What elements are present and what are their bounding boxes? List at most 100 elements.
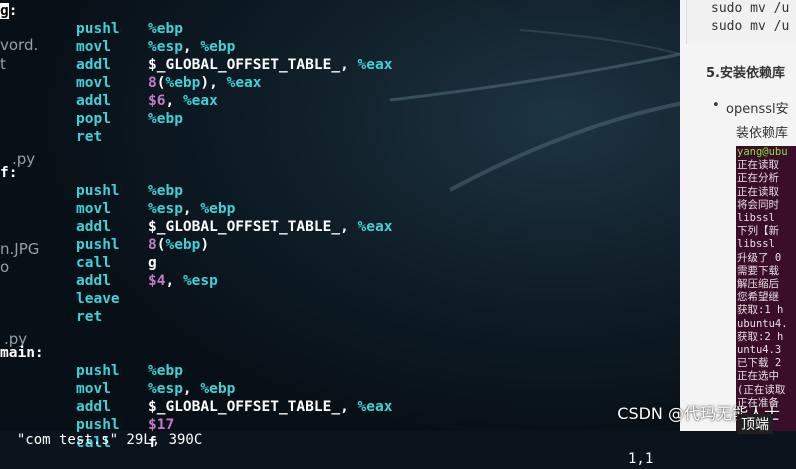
asm-instruction: ret	[76, 309, 103, 325]
terminal-line: (正在读取	[737, 383, 786, 396]
asm-line: ret	[0, 308, 680, 326]
operand-token: ,	[165, 273, 183, 289]
asm-instruction: pushl	[76, 21, 120, 37]
asm-line: pushl %ebp	[0, 362, 680, 380]
terminal-line: libssl	[737, 238, 775, 251]
article-heading: 5.安装依赖库	[706, 66, 785, 81]
operand-token: 8	[148, 75, 157, 91]
operand-token: $_GLOBAL_OFFSET_TABLE_	[148, 219, 341, 235]
asm-instruction: movl	[76, 381, 111, 397]
vim-editor[interactable]: g: pushl %ebp movl %esp, %ebp addl $_GLOBAL_OF…	[0, 0, 680, 451]
asm-line: pushl %ebp	[0, 182, 680, 200]
operand-token: ,	[182, 381, 201, 397]
terminal-line: 获取:1 h	[737, 304, 784, 317]
asm-operands: g	[148, 254, 157, 272]
operand-token: )	[200, 237, 210, 253]
operand-token: %ebp	[148, 21, 183, 37]
operand-token: %esp	[148, 39, 183, 55]
asm-label: main:	[0, 345, 44, 361]
asm-instruction: leave	[76, 291, 120, 307]
operand-token: g	[148, 255, 157, 271]
terminal-line: 获取:2 h	[737, 330, 784, 343]
asm-instruction: ret	[76, 129, 103, 145]
asm-line: leave	[0, 290, 680, 308]
asm-line: addl $6, %eax	[0, 92, 680, 110]
asm-line: addl $_GLOBAL_OFFSET_TABLE_, %eax	[0, 56, 680, 74]
operand-token: ,	[340, 57, 358, 73]
terminal-line: 已下载 2	[737, 357, 782, 370]
asm-line: movl 8(%ebp), %eax	[0, 74, 680, 92]
terminal-line: 正在分析	[737, 172, 779, 185]
code-line: sudo mv /u	[711, 19, 790, 34]
terminal-line: untu4.3	[737, 344, 782, 357]
asm-operands: 8(%ebp)	[148, 236, 209, 254]
operand-token: ,	[182, 39, 201, 55]
asm-line: addl $4, %esp	[0, 272, 680, 290]
operand-token: %ebp	[200, 381, 236, 397]
asm-operands: %ebp	[148, 362, 183, 380]
operand-token: %ebp	[200, 201, 236, 217]
operand-token: %ebp	[148, 363, 183, 379]
asm-instruction: pushl	[76, 183, 120, 199]
operand-token: %eax	[357, 57, 393, 73]
asm-operands: $4, %esp	[148, 272, 218, 290]
operand-token: %esp	[182, 273, 218, 289]
asm-label: g:	[0, 3, 18, 19]
asm-instruction: addl	[76, 57, 111, 73]
asm-operands: 8(%ebp), %eax	[148, 74, 262, 92]
operand-token: $_GLOBAL_OFFSET_TABLE_	[148, 57, 341, 73]
operand-token: %eax	[357, 219, 393, 235]
asm-line: call g	[0, 254, 680, 272]
asm-line: movl %esp, %ebp	[0, 200, 680, 218]
vim-cursor: g	[0, 3, 9, 19]
vim-scroll-indicator: 顶端	[737, 414, 773, 434]
terminal-line: 解压缩后	[737, 278, 779, 291]
asm-line: pushl %ebp	[0, 20, 680, 38]
asm-operands: $6, %eax	[148, 92, 218, 110]
code-line: sudo mv /u	[711, 1, 790, 16]
operand-token: %ebp	[200, 39, 236, 55]
asm-instruction: call	[76, 255, 111, 271]
browser-article-panel: sudo mv /u sudo mv /u 5.安装依赖库 openssl安 装…	[680, 0, 796, 431]
asm-instruction: popl	[76, 111, 111, 127]
code-snippet: sudo mv /u sudo mv /u	[686, 0, 796, 44]
operand-token: 8	[148, 237, 157, 253]
asm-line: pushl 8(%ebp)	[0, 236, 680, 254]
asm-operands: $_GLOBAL_OFFSET_TABLE_, %eax	[148, 56, 392, 74]
asm-line: popl %ebp	[0, 110, 680, 128]
asm-instruction: movl	[76, 39, 111, 55]
terminal-line: ubuntu4.	[737, 317, 788, 330]
asm-line: ret	[0, 128, 680, 146]
asm-operands: %ebp	[148, 20, 183, 38]
operand-token: %esp	[148, 381, 183, 397]
asm-instruction: movl	[76, 75, 111, 91]
asm-instruction: movl	[76, 201, 111, 217]
asm-operands: $_GLOBAL_OFFSET_TABLE_, %eax	[148, 218, 392, 236]
terminal-line: 需要下载	[737, 264, 779, 277]
operand-token: ,	[165, 93, 183, 109]
operand-token: %ebp	[148, 111, 183, 127]
vim-status-line: "com test.s" 29L, 390C 1,1	[0, 412, 680, 467]
terminal-line: 您希望继	[737, 291, 779, 304]
terminal-screenshot: yang@ubu 正在读取 正在分析 正在读取 将会同时 libssl 下列【新 libs…	[736, 146, 796, 431]
operand-token: %eax	[226, 75, 262, 91]
operand-token: %ebp	[165, 75, 201, 91]
terminal-line: 下列【新	[737, 225, 779, 238]
article-text: 装依赖库	[736, 126, 789, 141]
status-file-info: "com test.s" 29L, 390C	[16, 432, 203, 448]
operand-token: %esp	[148, 201, 183, 217]
operand-token: %ebp	[165, 237, 201, 253]
operand-token: ),	[200, 75, 227, 91]
asm-instruction: pushl	[76, 363, 120, 379]
terminal-line: 正在选中	[737, 370, 779, 383]
asm-instruction: pushl	[76, 237, 120, 253]
operand-token: $6	[148, 93, 166, 109]
asm-operands: %esp, %ebp	[148, 200, 235, 218]
asm-operands: %esp, %ebp	[148, 38, 235, 56]
terminal-line: 正在读取	[737, 185, 779, 198]
asm-line: addl $_GLOBAL_OFFSET_TABLE_, %eax	[0, 218, 680, 236]
operand-token: $4	[148, 273, 166, 289]
asm-instruction: addl	[76, 93, 111, 109]
terminal-line: 正在读取	[737, 159, 779, 172]
operand-token: ,	[340, 219, 358, 235]
